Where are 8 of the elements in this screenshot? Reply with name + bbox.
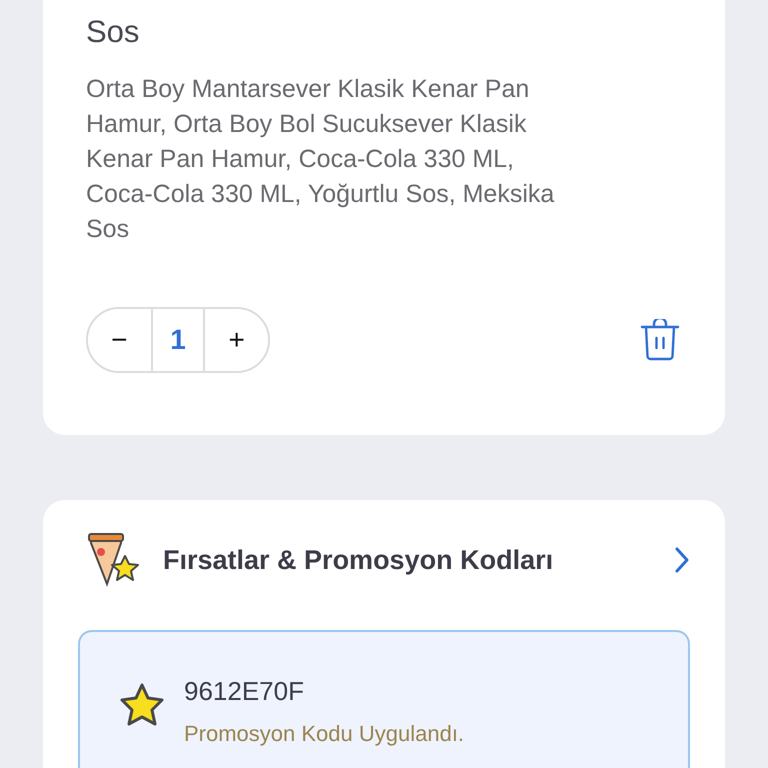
star-icon	[118, 682, 166, 728]
chevron-right-icon[interactable]	[674, 546, 690, 574]
promo-status: Promosyon Kodu Uygulandı.	[184, 721, 464, 747]
product-title: Sos	[86, 13, 140, 51]
trash-icon[interactable]	[640, 319, 680, 361]
promo-code: 9612E70F	[184, 676, 305, 707]
product-description: Orta Boy Mantarsever Klasik Kenar Pan Hamur, Orta Boy Bol Sucuksever Klasik Kenar Pan Hamur, Coca-Cola 330 ML, Coca-Cola 330 ML, Yoğurtlu Sos, Meksika Sos	[86, 74, 556, 245]
promotions-title: Fırsatlar & Promosyon Kodları	[163, 544, 554, 576]
